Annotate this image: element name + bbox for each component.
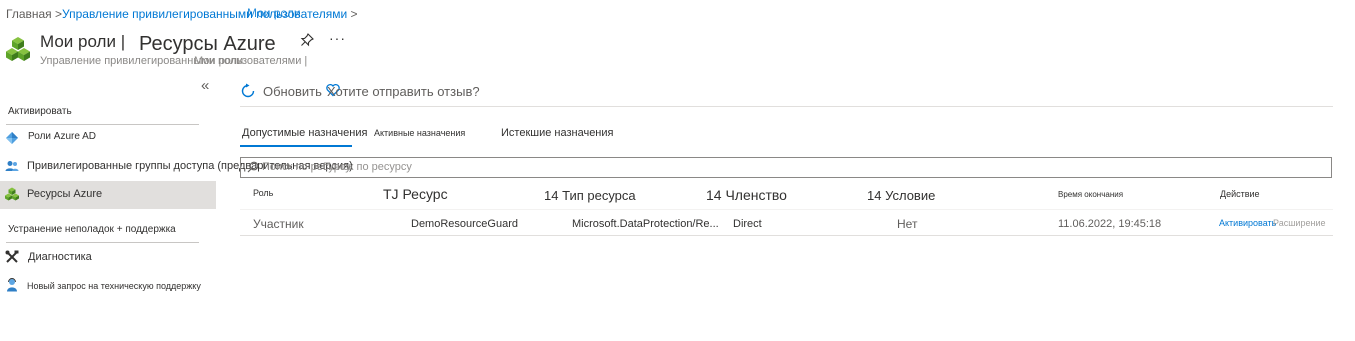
column-header-resource-type[interactable]: 14 Тип ресурса (544, 188, 636, 203)
column-header-end-time[interactable]: Время окончания (1058, 190, 1123, 199)
azure-ad-icon (5, 131, 19, 145)
collapse-sidebar-button[interactable]: « (201, 77, 209, 94)
sidebar-item-label: Ресурсы Azure (27, 188, 103, 200)
breadcrumb-home[interactable]: Главная (6, 7, 52, 21)
header-divider (240, 209, 1333, 210)
pin-icon[interactable] (300, 33, 314, 47)
refresh-icon[interactable] (240, 83, 256, 99)
azure-resources-icon (5, 187, 19, 201)
column-header-action: Действие (1220, 189, 1260, 199)
sidebar-divider (6, 242, 199, 243)
activate-link[interactable]: Активировать (1219, 218, 1276, 228)
page-title: Мои роли | (40, 32, 126, 51)
support-person-icon (5, 278, 19, 292)
cell-role: Участник (253, 217, 304, 231)
page-title-section: Ресурсы Azure (139, 33, 276, 55)
column-header-role[interactable]: Роль (253, 188, 273, 198)
row-divider (240, 235, 1333, 236)
cell-membership: Direct (733, 218, 762, 230)
column-header-membership[interactable]: 14 Членство (706, 187, 787, 203)
search-icon (247, 160, 259, 173)
sidebar-item-azure-resources[interactable]: Ресурсы Azure (0, 181, 216, 209)
extend-link[interactable]: Расширение (1273, 218, 1325, 228)
cell-end-time: 11.06.2022, 19:45:18 (1058, 218, 1162, 230)
breadcrumb-pim[interactable]: Управление привилегированными пользовате… (62, 7, 347, 21)
tab-eligible-assignments[interactable]: Допустимые назначения (242, 127, 367, 139)
active-tab-indicator (240, 145, 352, 147)
section-heading-troubleshoot: Устранение неполадок + поддержка (8, 224, 176, 235)
sidebar-item-label: Диагностика (28, 251, 92, 263)
column-header-resource[interactable]: TJ Ресурс (383, 186, 448, 202)
page-subtitle-overlap: Мои роли (194, 55, 244, 67)
cell-resource-type: Microsoft.DataProtection/Re... (572, 218, 719, 230)
sidebar-item-privileged-groups[interactable]: Привилегированные группы доступа (предва… (0, 153, 353, 181)
column-header-condition[interactable]: 14 Условие (867, 188, 935, 203)
refresh-button[interactable]: Обновить (263, 84, 322, 99)
sidebar-item-diagnostics[interactable]: Диагностика (0, 244, 216, 272)
toolbar-divider (240, 106, 1333, 107)
sidebar-item-label: Роли Azure AD (28, 131, 97, 142)
sidebar-item-label: Новый запрос на техническую поддержку (27, 281, 201, 291)
sidebar-item-new-support-request[interactable]: Новый запрос на техническую поддержку (0, 272, 216, 300)
more-options-button[interactable]: ··· (329, 30, 346, 46)
groups-icon (5, 159, 19, 173)
search-placeholder-overlap: Поиск по ресурсу (323, 161, 412, 173)
azure-resources-app-icon (5, 36, 31, 62)
breadcrumb-separator: > (51, 7, 63, 21)
tab-expired-assignments[interactable]: Истекшие назначения (501, 127, 613, 139)
section-heading-activate: Активировать (8, 106, 72, 117)
breadcrumb-separator: > (347, 7, 358, 21)
tools-icon (5, 250, 19, 264)
sidebar-item-azure-ad-roles[interactable]: Роли Azure AD (0, 124, 216, 152)
page-subtitle: Управление привилегированными пользовате… (40, 55, 308, 67)
feedback-button[interactable]: Хотите отправить отзыв? (327, 84, 480, 99)
breadcrumb-current[interactable]: Мои роли (247, 6, 301, 20)
cell-condition: Нет (897, 217, 918, 231)
tab-active-assignments[interactable]: Активные назначения (374, 128, 465, 138)
cell-resource: DemoResourceGuard (411, 218, 518, 230)
breadcrumb: Главная >Управление привилегированными п… (6, 7, 358, 21)
